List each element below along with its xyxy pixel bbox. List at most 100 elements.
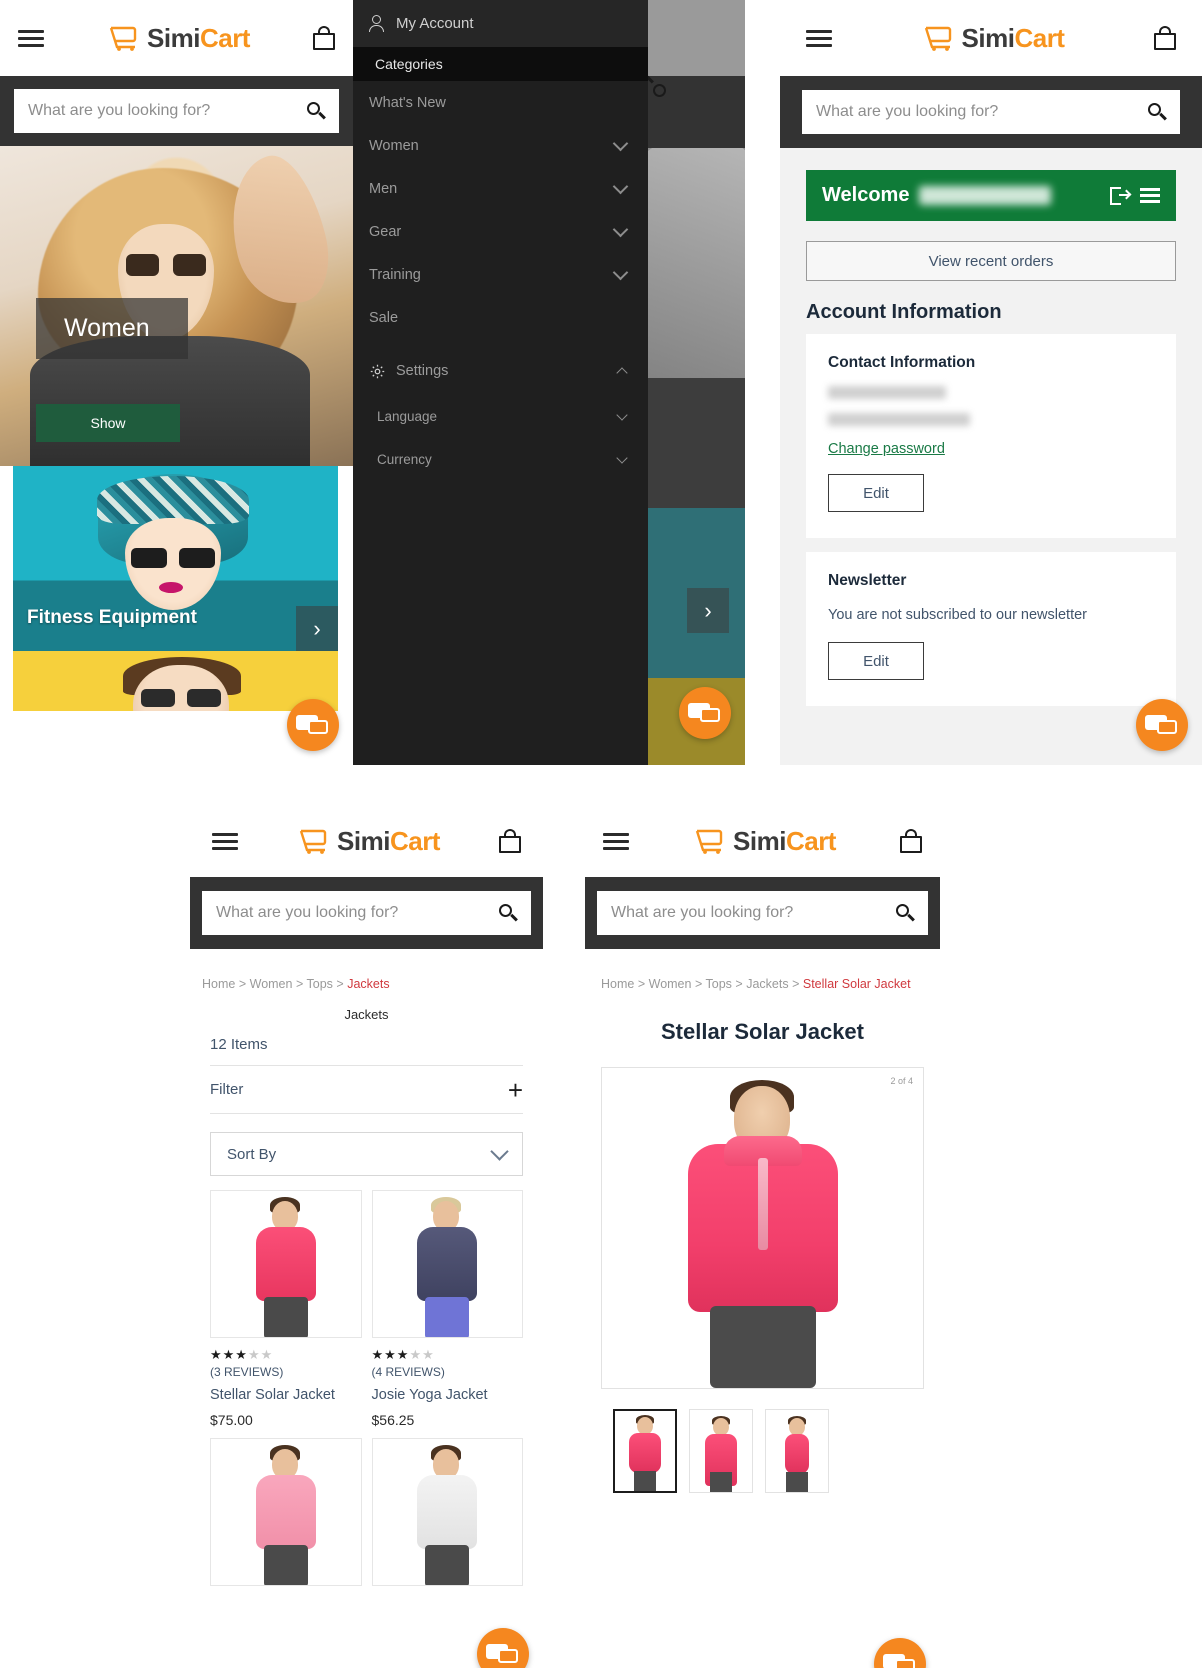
breadcrumb-item-women[interactable]: Women	[250, 977, 293, 991]
welcome-label: Welcome	[822, 184, 910, 206]
search-icon[interactable]	[1148, 103, 1167, 121]
banner-third[interactable]	[13, 651, 338, 711]
drawer-item-categories[interactable]: Categories	[353, 47, 648, 81]
chat-bubble-fab[interactable]	[679, 687, 731, 739]
breadcrumb-item-women[interactable]: Women	[649, 977, 692, 991]
review-count[interactable]: (3 REVIEWS)	[210, 1365, 362, 1379]
hero-banner-women[interactable]: Women Show	[0, 146, 353, 466]
search-icon[interactable]	[499, 904, 518, 922]
review-count[interactable]: (4 REVIEWS)	[372, 1365, 524, 1379]
thumbnail-3[interactable]	[765, 1409, 829, 1493]
chevron-down-icon[interactable]	[612, 221, 629, 238]
menu-hamburger-icon[interactable]	[18, 26, 44, 51]
search-placeholder: What are you looking for?	[816, 103, 999, 120]
chevron-down-icon[interactable]	[612, 135, 629, 152]
breadcrumb-item-tops[interactable]: Tops	[706, 977, 732, 991]
breadcrumb-separator: >	[295, 977, 304, 991]
hero-label: Women	[36, 298, 188, 359]
breadcrumb-item-jackets[interactable]: Jackets	[746, 977, 788, 991]
logout-icon[interactable]	[1110, 186, 1132, 205]
chat-bubble-fab[interactable]	[477, 1628, 529, 1668]
drawer-item-whats-new[interactable]: What's New	[353, 81, 648, 124]
chat-bubble-fab[interactable]	[1136, 699, 1188, 751]
chat-bubble-fab[interactable]	[287, 699, 339, 751]
chevron-down-icon[interactable]	[616, 451, 628, 464]
search-input[interactable]: What are you looking for?	[14, 89, 339, 133]
product-name[interactable]: Josie Yoga Jacket	[372, 1387, 524, 1403]
product-card[interactable]	[371, 1438, 523, 1586]
banner-fitness-equipment[interactable]: Fitness Equipment ›	[13, 466, 338, 651]
menu-drawer-screen: › My Account Categories What's New Women…	[353, 0, 745, 765]
drawer-item-training[interactable]: Training	[353, 253, 648, 296]
hero-show-button[interactable]: Show	[36, 404, 180, 442]
product-image[interactable]	[371, 1438, 523, 1586]
drawer-item-language[interactable]: Language	[353, 395, 648, 438]
product-card[interactable]: ★★★★★ (4 REVIEWS) Josie Yoga Jacket $56.…	[371, 1190, 524, 1428]
search-icon[interactable]	[307, 102, 326, 120]
product-card[interactable]	[210, 1438, 362, 1586]
simicart-logo[interactable]: SimiCart	[693, 826, 836, 857]
chevron-down-icon[interactable]	[612, 264, 629, 281]
search-bar: What are you looking for?	[190, 877, 543, 949]
breadcrumb: Home > Women > Tops > Jackets	[190, 949, 543, 991]
account-menu-icon[interactable]	[1140, 185, 1160, 206]
drawer-item-women[interactable]: Women	[353, 124, 648, 167]
product-image[interactable]	[210, 1190, 362, 1338]
search-input[interactable]: What are you looking for?	[202, 891, 531, 935]
logo-text-primary: Simi	[147, 22, 200, 53]
thumbnail-1[interactable]	[613, 1409, 677, 1493]
cart-icon	[695, 829, 723, 854]
cart-bag-icon[interactable]	[313, 26, 335, 50]
simicart-logo[interactable]: SimiCart	[107, 23, 250, 54]
chat-bubble-fab[interactable]	[874, 1638, 926, 1668]
chevron-down-icon[interactable]	[612, 178, 629, 195]
chevron-down-icon[interactable]	[490, 1142, 509, 1161]
thumbnail-2[interactable]	[689, 1409, 753, 1493]
breadcrumb-separator: >	[238, 977, 247, 991]
drawer-item-currency[interactable]: Currency	[353, 438, 648, 481]
search-input[interactable]: What are you looking for?	[597, 891, 928, 935]
product-image-gallery[interactable]: 2 of 4	[601, 1067, 924, 1389]
cart-bag-icon[interactable]	[900, 829, 922, 853]
cart-icon	[924, 26, 951, 51]
drawer-item-label: Men	[369, 180, 398, 197]
drawer-item-my-account[interactable]: My Account	[353, 0, 648, 47]
drawer-item-men[interactable]: Men	[353, 167, 648, 210]
carousel-next-icon[interactable]: ›	[296, 606, 338, 651]
drawer-item-sale[interactable]: Sale	[353, 296, 648, 339]
sort-by-select[interactable]: Sort By	[210, 1132, 523, 1176]
product-name[interactable]: Stellar Solar Jacket	[210, 1387, 362, 1403]
rating-stars: ★★★★★	[371, 1347, 435, 1362]
cart-bag-icon[interactable]	[499, 829, 521, 853]
drawer-item-settings[interactable]: Settings	[353, 347, 648, 395]
breadcrumb-item-home[interactable]: Home	[202, 977, 235, 991]
filter-toggle[interactable]: Filter +	[210, 1065, 523, 1114]
chevron-down-icon[interactable]	[616, 408, 628, 421]
carousel-next-icon[interactable]: ›	[687, 588, 729, 633]
cart-bag-icon[interactable]	[1154, 26, 1176, 50]
product-card[interactable]: ★★★★★ (3 REVIEWS) Stellar Solar Jacket $…	[210, 1190, 362, 1428]
edit-contact-button[interactable]: Edit	[828, 474, 924, 512]
logo-text-primary: Simi	[733, 825, 786, 856]
simicart-logo[interactable]: SimiCart	[297, 826, 440, 857]
product-image[interactable]	[371, 1190, 523, 1338]
product-image[interactable]	[210, 1438, 362, 1586]
breadcrumb-item-tops[interactable]: Tops	[307, 977, 333, 991]
chevron-up-icon[interactable]	[616, 367, 628, 379]
plus-icon[interactable]: +	[508, 1077, 523, 1103]
drawer-item-gear[interactable]: Gear	[353, 210, 648, 253]
menu-hamburger-icon[interactable]	[806, 26, 832, 51]
welcome-banner: Welcome	[806, 170, 1176, 221]
search-input[interactable]: What are you looking for?	[802, 90, 1180, 134]
change-password-link[interactable]: Change password	[828, 441, 945, 457]
search-icon[interactable]	[896, 904, 915, 922]
edit-newsletter-button[interactable]: Edit	[828, 642, 924, 681]
view-recent-orders-button[interactable]: View recent orders	[806, 241, 1176, 281]
menu-hamburger-icon[interactable]	[212, 829, 238, 854]
contact-email-redacted	[828, 413, 970, 426]
simicart-logo[interactable]: SimiCart	[922, 23, 1065, 54]
menu-hamburger-icon[interactable]	[603, 829, 629, 854]
sunglasses-icon	[141, 689, 221, 707]
breadcrumb-item-home[interactable]: Home	[601, 977, 634, 991]
drawer-item-label: Currency	[377, 452, 432, 467]
